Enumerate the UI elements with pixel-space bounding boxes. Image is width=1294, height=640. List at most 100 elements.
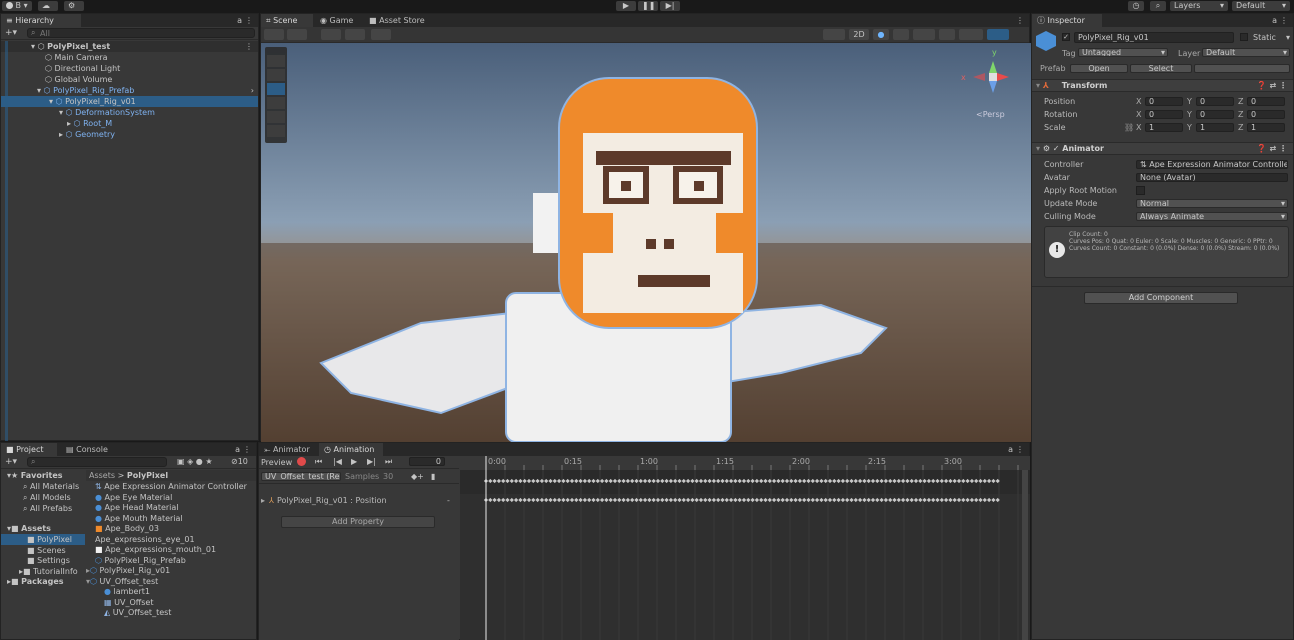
project-file[interactable]: ● Ape Mouth Material xyxy=(86,513,256,524)
breadcrumb-assets[interactable]: Assets xyxy=(89,471,115,480)
project-search-input[interactable]: ⌕ xyxy=(27,457,167,467)
frame-field[interactable]: 0 xyxy=(409,457,445,466)
link-icon[interactable]: ⛓ xyxy=(1124,122,1134,133)
x-field[interactable]: 0 xyxy=(1145,110,1183,119)
x-field[interactable]: 0 xyxy=(1145,97,1183,106)
layers-dropdown[interactable]: Layers ▾ xyxy=(1170,1,1228,11)
first-key-button[interactable]: ⏮ xyxy=(315,457,322,467)
play-button[interactable]: ▶ xyxy=(616,1,636,11)
effects-dropdown[interactable] xyxy=(913,29,935,40)
chevron-right-icon[interactable]: › xyxy=(251,85,254,96)
hierarchy-item[interactable]: ⬡ Global Volume xyxy=(1,74,258,85)
tab-inspector[interactable]: ⓘ Inspector xyxy=(1032,14,1102,27)
y-field[interactable]: 1 xyxy=(1196,123,1234,132)
increment-dropdown[interactable] xyxy=(371,29,391,40)
project-file[interactable]: ▾⬡ UV_Offset_test xyxy=(86,576,256,587)
component-menu-icons[interactable]: ❓ ⇄ ⋮ xyxy=(1257,143,1287,155)
z-field[interactable]: 1 xyxy=(1247,123,1285,132)
snap-dropdown[interactable] xyxy=(345,29,365,40)
packages-row[interactable]: ▸■ Packages xyxy=(1,576,85,587)
add-keyframe-icon[interactable]: ◆+ xyxy=(411,472,424,481)
last-key-button[interactable]: ⏭ xyxy=(385,457,392,467)
scene-row[interactable]: ▾ ⬡ PolyPixel_test ⋮ xyxy=(1,41,258,52)
2d-toggle[interactable]: 2D xyxy=(849,29,869,40)
next-key-button[interactable]: ▶| xyxy=(367,457,376,466)
gizmos-dropdown[interactable] xyxy=(987,29,1009,40)
project-file[interactable]: ● Ape Eye Material xyxy=(86,492,256,503)
clip-dropdown[interactable]: UV_Offset_test (Rea xyxy=(261,472,341,481)
preview-toggle[interactable]: Preview xyxy=(261,458,292,467)
project-file[interactable]: ⇅ Ape Expression Animator Controller xyxy=(86,481,256,492)
assets-row[interactable]: ▾■ Assets xyxy=(1,523,85,534)
asset-folder[interactable]: ■ Settings xyxy=(1,555,85,566)
favorite-item[interactable]: ⌕ All Materials xyxy=(1,481,85,492)
project-file[interactable]: ■ Ape_expressions_mouth_01 xyxy=(86,544,256,555)
chevron-down-icon[interactable]: ▾ xyxy=(1286,33,1290,42)
update-mode-dropdown[interactable]: Normal ▾ xyxy=(1136,199,1288,208)
hierarchy-item[interactable]: ▾ ⬡ PolyPixel_Rig_v01 xyxy=(1,96,258,107)
history-button[interactable]: ◷ xyxy=(1128,1,1144,11)
pause-button[interactable]: ❚❚ xyxy=(638,1,658,11)
transform-header[interactable]: ▾ ⅄ Transform ❓ ⇄ ⋮ xyxy=(1032,79,1293,92)
project-file[interactable]: ▸⬡ PolyPixel_Rig_v01 xyxy=(86,565,256,576)
z-field[interactable]: 0 xyxy=(1247,110,1285,119)
add-component-button[interactable]: Add Component xyxy=(1084,292,1238,304)
layout-dropdown[interactable]: Default ▾ xyxy=(1232,1,1290,11)
project-file[interactable]: ● Ape Head Material xyxy=(86,502,256,513)
scene-viewport[interactable]: y x <Persp xyxy=(261,43,1031,442)
kebab-icon[interactable]: ⋮ xyxy=(245,41,253,52)
camera-dropdown[interactable] xyxy=(959,29,983,40)
hierarchy-item[interactable]: ▸ ⬡ Root_M xyxy=(1,118,258,129)
controller-field[interactable]: ⇅ Ape Expression Animator Controlle xyxy=(1136,160,1288,169)
render-mode-dropdown[interactable] xyxy=(823,29,845,40)
layer-dropdown[interactable]: Default ▾ xyxy=(1202,48,1290,57)
shading-dropdown[interactable] xyxy=(287,29,307,40)
tab-project[interactable]: ■ Project xyxy=(1,443,57,456)
project-file[interactable]: ◭ UV_Offset_test xyxy=(86,607,256,618)
filter-icons[interactable]: ▣ ◈ ● ★ xyxy=(177,457,213,466)
add-button[interactable]: +▾ xyxy=(5,457,17,467)
prev-key-button[interactable]: |◀ xyxy=(333,457,342,466)
project-file[interactable]: ▦ UV_Offset xyxy=(86,597,256,608)
property-row[interactable]: ▸ ⅄ PolyPixel_Rig_v01 : Position - xyxy=(259,494,459,507)
breadcrumb-polypixel[interactable]: PolyPixel xyxy=(127,471,168,480)
favorite-item[interactable]: ⌕ All Models xyxy=(1,492,85,503)
asset-folder[interactable]: ■ Scenes xyxy=(1,545,85,556)
hierarchy-item[interactable]: ▾ ⬡ PolyPixel_Rig_Prefab › xyxy=(1,85,258,96)
hierarchy-item[interactable]: ▸ ⬡ Geometry xyxy=(1,129,258,140)
lock-icon[interactable]: a xyxy=(235,445,240,454)
kebab-icon[interactable]: ⋮ xyxy=(1280,16,1288,25)
step-button[interactable]: ▶| xyxy=(660,1,680,11)
favorite-item[interactable]: ⌕ All Prefabs xyxy=(1,503,85,514)
kebab-icon[interactable]: ⋮ xyxy=(1016,445,1024,454)
draw-mode-dropdown[interactable] xyxy=(264,29,284,40)
object-name-field[interactable]: PolyPixel_Rig_v01 xyxy=(1074,32,1234,43)
play-button[interactable]: ▶ xyxy=(351,457,357,466)
animator-enabled-checkbox[interactable]: ✓ xyxy=(1053,144,1060,153)
record-button[interactable] xyxy=(297,457,306,466)
hierarchy-item[interactable]: ⬡ Directional Light xyxy=(1,63,258,74)
timeline[interactable]: 0:00 0:15 1:00 1:15 2:00 2:15 3:00 xyxy=(460,456,1030,640)
favorites-row[interactable]: ▾★ Favorites xyxy=(1,470,85,481)
tab-animator[interactable]: ⤜ Animator xyxy=(259,443,317,456)
tab-scene[interactable]: ⌗ Scene xyxy=(261,14,313,27)
hierarchy-item[interactable]: ⬡ Main Camera xyxy=(1,52,258,63)
add-button[interactable]: +▾ xyxy=(5,28,17,38)
samples-value[interactable]: 30 xyxy=(383,472,393,481)
animator-header[interactable]: ▾ ⚙ ✓ Animator ❓ ⇄ ⋮ xyxy=(1032,142,1293,155)
tab-asset-store[interactable]: ■ Asset Store xyxy=(364,14,434,27)
account-dropdown[interactable]: B ▾ xyxy=(2,1,32,11)
lock-icon[interactable]: a xyxy=(1008,445,1013,454)
root-motion-checkbox[interactable] xyxy=(1136,186,1145,195)
collab-button[interactable]: ⚙ xyxy=(64,1,84,11)
project-file[interactable]: ■ Ape_Body_03 xyxy=(86,523,256,534)
x-field[interactable]: 1 xyxy=(1145,123,1183,132)
project-file[interactable]: ● lambert1 xyxy=(86,586,256,597)
y-field[interactable]: 0 xyxy=(1196,97,1234,106)
tab-game[interactable]: ◉ Game xyxy=(315,14,359,27)
project-file[interactable]: ⬡ PolyPixel_Rig_Prefab xyxy=(86,555,256,566)
tab-hierarchy[interactable]: ≡ Hierarchy xyxy=(1,14,81,27)
search-button[interactable]: ⌕ xyxy=(1150,1,1166,11)
hierarchy-search-input[interactable]: ⌕ All xyxy=(27,28,255,38)
grid-dropdown[interactable] xyxy=(321,29,341,40)
